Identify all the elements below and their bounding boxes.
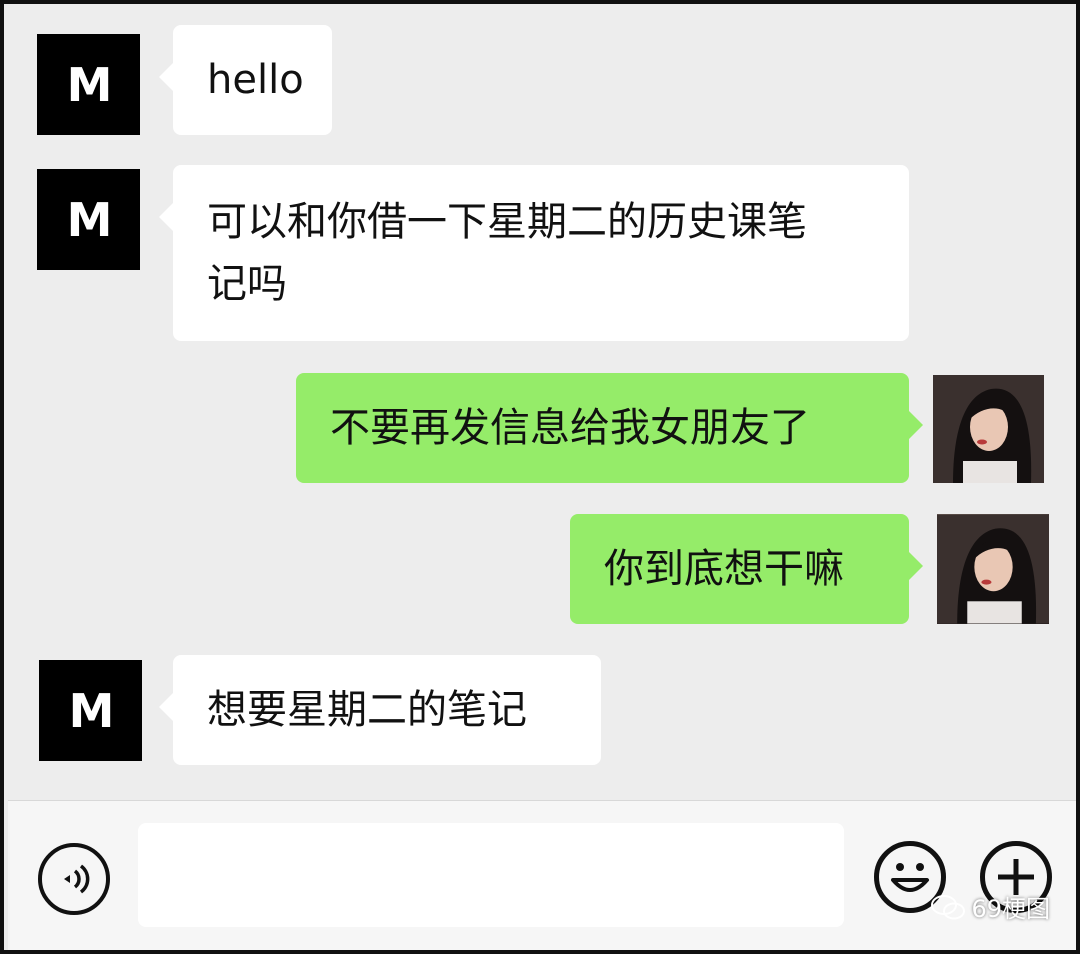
girl-photo-avatar (933, 375, 1044, 483)
sender-avatar[interactable]: M (37, 169, 140, 270)
input-bar: 69梗图 (8, 800, 1076, 950)
avatar-logo: M (66, 57, 113, 112)
avatar-logo: M (66, 192, 113, 247)
message-bubble-incoming[interactable]: 想要星期二的笔记 (159, 655, 601, 765)
voice-icon (64, 864, 90, 894)
chat-window: M hello M 可以和你借一下星期二的历史课笔 记吗 不要再发信息给我女朋友… (0, 0, 1080, 954)
sender-avatar[interactable]: M (37, 34, 140, 135)
self-avatar[interactable] (937, 514, 1049, 624)
sender-avatar[interactable]: M (39, 660, 142, 761)
message-text-line: 记吗 (207, 261, 287, 307)
watermark: 69梗图 (931, 889, 1050, 924)
message-bubble-incoming[interactable]: hello (159, 25, 332, 135)
girl-photo-avatar (937, 514, 1049, 624)
message-text: 你到底想干嘛 (604, 546, 844, 592)
message-text-line: 可以和你借一下星期二的历史课笔 (207, 199, 807, 245)
wechat-logo-icon (931, 894, 966, 919)
message-bubble-incoming[interactable]: 可以和你借一下星期二的历史课笔 记吗 (159, 165, 909, 341)
watermark-text: 69梗图 (971, 895, 1050, 923)
self-avatar[interactable] (933, 375, 1044, 483)
avatar-logo: M (68, 683, 115, 738)
message-text: hello (207, 57, 304, 103)
message-text: 想要星期二的笔记 (207, 687, 527, 733)
message-bubble-outgoing[interactable]: 不要再发信息给我女朋友了 (296, 373, 923, 483)
message-input[interactable] (138, 823, 844, 927)
message-bubble-outgoing[interactable]: 你到底想干嘛 (570, 514, 923, 624)
voice-button[interactable] (38, 843, 110, 915)
message-text: 不要再发信息给我女朋友了 (330, 405, 810, 451)
